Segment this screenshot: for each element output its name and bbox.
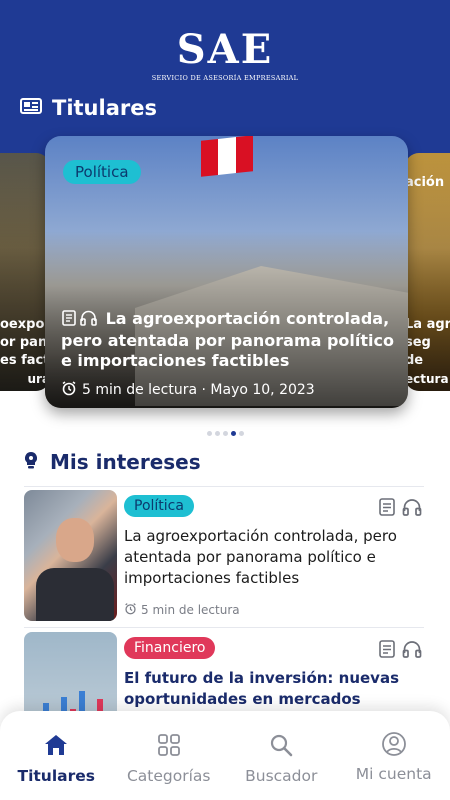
document-icon[interactable] [378,498,396,520]
user-icon [381,731,407,761]
divider [24,486,424,487]
sae-logo: SAE SERVICIO DE ASESORÍA EMPRESARIAL [0,26,450,83]
divider [24,627,424,628]
pagination-dot-active[interactable] [230,431,236,436]
article-media-icons [378,498,422,520]
nav-label: Mi cuenta [355,765,432,783]
article-list-item[interactable]: Política La agroexportación controlada, … [24,490,424,622]
nav-label: Buscador [245,767,318,785]
carousel-pagination [0,431,450,436]
article-title: La agroexportación controlada, pero aten… [124,527,397,587]
headphones-icon[interactable] [402,640,422,662]
category-badge-wrap: Política [124,495,194,517]
intereses-section-title: Mis intereses [50,450,201,474]
category-badge-wrap: Financiero [124,637,216,659]
card-title-fragment: de [405,353,424,368]
article-meta: 5 min de lectura [124,602,240,618]
featured-article-title: La agroexportación controlada, pero aten… [61,309,397,371]
carousel-card-next[interactable]: ación La agr seg de ectura [405,153,450,391]
card-title-fragment: es factibl [0,353,50,368]
article-media-icons [378,640,422,662]
carousel-card-previous[interactable]: oexporta or panora es factibl ura [0,153,50,391]
pagination-dot[interactable] [206,431,212,436]
intereses-section-header: Mis intereses [22,450,201,474]
featured-article-card[interactable]: Política La agroexportación controlada, … [45,136,408,408]
card-title-fragment: La agr [405,317,450,332]
card-meta-fragment: ectura [405,372,449,386]
alarm-clock-icon [61,380,77,400]
home-icon [43,733,69,761]
article-meta-text: 5 min de lectura [141,603,240,617]
category-badge: Financiero [124,637,216,659]
newspaper-icon [20,97,42,119]
category-badge: Política [124,495,194,517]
nav-item-titulares[interactable]: Titulares [0,711,113,800]
titulares-section-title: Titulares [52,96,157,120]
alarm-clock-icon [124,602,137,618]
card-title-fragment: or panora [0,335,50,350]
featured-article-title-text: La agroexportación controlada, pero aten… [61,309,394,370]
article-title: El futuro de la inversión: nuevas oportu… [124,669,400,708]
document-icon [61,310,77,331]
nav-item-mi-cuenta[interactable]: Mi cuenta [338,711,450,800]
card-title-fragment: seg [405,335,431,350]
nav-label: Titulares [17,767,96,785]
lightbulb-icon [22,450,40,474]
thumbnail-face [56,518,94,562]
category-badge: Política [63,160,141,184]
document-icon[interactable] [378,640,396,662]
headphones-icon [80,310,97,331]
search-icon [269,733,293,761]
featured-article-meta-text: 5 min de lectura · Mayo 10, 2023 [82,382,315,398]
card-category-fragment: ación [405,175,445,190]
grid-icon [157,733,181,761]
thumbnail-figure [36,568,114,621]
nav-item-categorias[interactable]: Categorías [113,711,226,800]
pagination-dot[interactable] [214,431,220,436]
nav-item-buscador[interactable]: Buscador [225,711,338,800]
headphones-icon[interactable] [402,498,422,520]
bottom-navigation: Titulares Categorías Buscador Mi cuenta [0,711,450,800]
card-title-fragment: oexporta [0,317,50,332]
featured-article-meta: 5 min de lectura · Mayo 10, 2023 [61,380,315,400]
pagination-dot[interactable] [222,431,228,436]
article-thumbnail [24,490,117,621]
card-meta-fragment: ura [27,372,50,386]
titulares-section-header: Titulares [20,96,157,120]
pagination-dot[interactable] [238,431,244,436]
logo-main: SAE [176,26,274,73]
logo-subtitle: SERVICIO DE ASESORÍA EMPRESARIAL [151,74,299,82]
nav-label: Categorías [126,767,211,785]
